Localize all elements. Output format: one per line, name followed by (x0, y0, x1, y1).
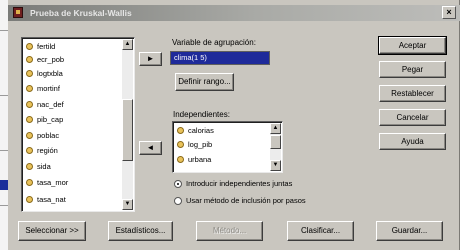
background-divider (0, 30, 8, 31)
statistics-button[interactable]: Estadísticos... (108, 221, 173, 241)
list-item[interactable]: región (26, 145, 58, 157)
scroll-up-icon[interactable]: ▲ (122, 39, 133, 50)
variable-icon (26, 55, 33, 63)
independents-scrollbar[interactable]: ▲ ▼ (270, 123, 281, 171)
cancel-button[interactable]: Cancelar (379, 109, 446, 126)
list-item[interactable]: pib_cap (26, 114, 63, 126)
close-icon[interactable]: × (442, 6, 456, 19)
define-range-button[interactable]: Definir rango... (175, 73, 234, 91)
list-item[interactable]: mortinf (26, 83, 60, 95)
background-divider (0, 95, 8, 96)
grouping-variable-label: Variable de agrupación: (172, 38, 256, 47)
enter-together-radio[interactable] (174, 180, 182, 188)
scroll-down-icon[interactable]: ▼ (122, 199, 133, 210)
save-button[interactable]: Guardar... (376, 221, 443, 241)
variable-icon (177, 126, 184, 134)
background-selection (0, 180, 8, 190)
variable-icon (26, 162, 33, 170)
variable-icon (26, 131, 33, 139)
grouping-variable-field[interactable]: clima(1 5) (170, 51, 270, 65)
help-button[interactable]: Ayuda (379, 133, 446, 150)
classify-button[interactable]: Clasificar... (287, 221, 354, 241)
variable-icon (177, 140, 184, 148)
variable-icon (26, 178, 33, 186)
independents-list[interactable]: calorias log_pib urbana ▲ ▼ (172, 121, 283, 173)
accept-button[interactable]: Aceptar (378, 36, 447, 55)
scroll-thumb[interactable] (122, 99, 133, 161)
independents-label: Independientes: (173, 110, 230, 119)
variable-icon (26, 84, 33, 92)
list-item[interactable]: calorias (177, 125, 214, 137)
list-item[interactable]: poblac (26, 130, 59, 142)
method-button: Método... (196, 221, 263, 241)
variable-icon (26, 195, 33, 203)
select-button[interactable]: Seleccionar >> (18, 221, 86, 241)
enter-together-label: Introducir independientes juntas (186, 179, 293, 188)
title-bar[interactable]: Prueba de Kruskal-Wallis × (8, 5, 460, 21)
variable-icon (177, 155, 184, 163)
list-item[interactable]: fertild (26, 41, 55, 53)
variable-icon (26, 146, 33, 154)
scroll-thumb[interactable] (270, 135, 281, 149)
variable-list-scrollbar[interactable]: ▲ ▼ (122, 39, 133, 210)
list-item[interactable]: tasa_nat (26, 194, 66, 206)
move-to-independents-button[interactable]: ◄ (139, 141, 162, 155)
app-icon (13, 7, 23, 18)
variable-icon (26, 115, 33, 123)
list-item[interactable]: sida (26, 161, 51, 173)
list-item[interactable]: urbana (177, 154, 211, 166)
background-divider (0, 150, 8, 151)
list-item[interactable]: log_pib (177, 139, 212, 151)
scroll-down-icon[interactable]: ▼ (270, 160, 281, 171)
list-item[interactable]: logtxbla (26, 68, 63, 80)
scroll-up-icon[interactable]: ▲ (270, 123, 281, 134)
window-title: Prueba de Kruskal-Wallis (30, 8, 132, 18)
list-item[interactable]: nac_def (26, 99, 64, 111)
list-item[interactable]: tasa_mor (26, 177, 68, 189)
variable-icon (26, 100, 33, 108)
background-window (0, 0, 8, 250)
variable-icon (26, 42, 33, 50)
variable-list[interactable]: fertild ecr_pob logtxbla mortinf nac_def… (21, 37, 135, 212)
dialog-window: Prueba de Kruskal-Wallis × fertild ecr_p… (8, 0, 460, 250)
list-item[interactable]: ecr_pob (26, 54, 64, 66)
reset-button[interactable]: Restablecer (379, 85, 446, 102)
stepwise-radio[interactable] (174, 197, 182, 205)
paste-button[interactable]: Pegar (379, 61, 446, 78)
background-divider (0, 205, 8, 206)
variable-icon (26, 69, 33, 77)
stepwise-label: Usar método de inclusión por pasos (186, 196, 306, 205)
move-to-grouping-button[interactable]: ► (139, 52, 162, 66)
